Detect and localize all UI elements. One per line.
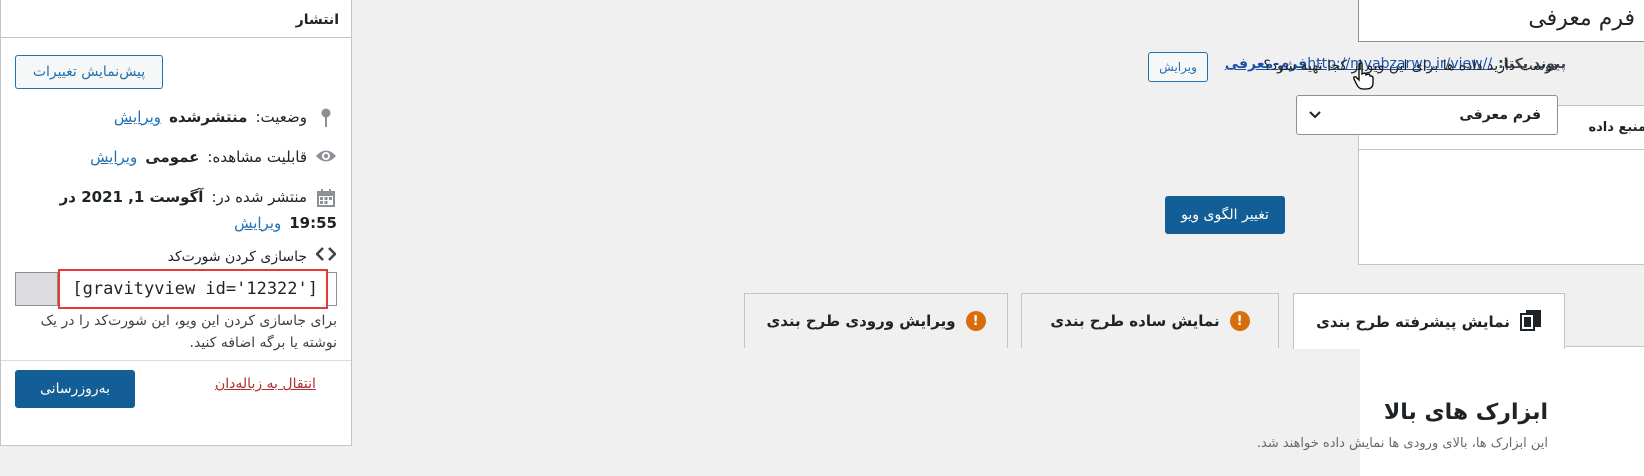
tab-label: نمایش پیشرفته طرح بندی: [1316, 312, 1510, 331]
published-label: منتشر شده در:: [211, 188, 307, 206]
status-edit-link[interactable]: ویرایش: [114, 104, 161, 130]
update-button[interactable]: به‌روزرسانی: [15, 370, 135, 408]
published-row-2: 19:55 ویرایش: [234, 210, 337, 236]
move-to-trash-link[interactable]: انتقال به زباله‌دان: [215, 376, 316, 392]
form-select[interactable]: فرم معرفی: [1296, 95, 1558, 135]
shortcode-row: جاسازی کردن شورت‌کد: [168, 244, 337, 270]
eye-icon: [315, 144, 337, 164]
divider: [1, 360, 351, 361]
copy-icon: [1519, 309, 1542, 335]
title-input[interactable]: فرم معرفی: [1358, 0, 1644, 42]
status-label: وضعیت:: [255, 108, 307, 126]
shortcode-copy-area[interactable]: [16, 273, 58, 305]
visibility-label: قابلیت مشاهده:: [207, 148, 307, 166]
warning-icon: !: [1229, 311, 1250, 331]
publish-heading: انتشار: [1, 0, 351, 38]
published-time: 19:55: [289, 214, 337, 232]
publish-box: انتشار پیش‌نمایش تغییرات وضعیت: منتشرشده…: [0, 0, 352, 446]
tab-single-entry-layout[interactable]: ! نمایش ساده طرح بندی: [1021, 293, 1279, 348]
shortcode-input[interactable]: [gravityview id='12322']: [58, 269, 328, 309]
datasource-question: دوست دارید داده ها برای این ویو از کجا ت…: [1263, 58, 1558, 74]
published-edit-link[interactable]: ویرایش: [234, 210, 281, 236]
preview-changes-button[interactable]: پیش‌نمایش تغییرات: [15, 55, 163, 89]
permalink-edit-button[interactable]: ویرایش: [1148, 52, 1208, 82]
code-icon: [315, 244, 337, 262]
shortcode-field[interactable]: [gravityview id='12322']: [15, 269, 337, 309]
change-view-type-button[interactable]: تغییر الگوی ویو: [1165, 196, 1285, 234]
form-select-value: فرم معرفی: [1459, 107, 1541, 123]
status-value: منتشرشده: [169, 108, 248, 126]
visibility-edit-link[interactable]: ویرایش: [90, 144, 137, 170]
visibility-value: عمومی: [145, 148, 200, 166]
visibility-row: قابلیت مشاهده: عمومی ویرایش: [90, 144, 337, 170]
tab-label: نمایش ساده طرح بندی: [1050, 312, 1220, 330]
status-row: وضعیت: منتشرشده ویرایش: [114, 104, 337, 130]
shortcode-label: جاسازی کردن شورت‌کد: [167, 249, 307, 265]
warning-icon: !: [965, 311, 986, 331]
shortcode-help-text: برای جاسازی کردن این ویو، این شورت‌کد را…: [40, 313, 337, 351]
pin-icon: [315, 104, 337, 128]
published-date: آگوست 1, 2021 در: [59, 188, 204, 206]
calendar-icon: [315, 184, 337, 208]
published-row: منتشر شده در: آگوست 1, 2021 در: [17, 184, 337, 210]
tab-label: ویرایش ورودی طرح بندی: [766, 312, 956, 330]
section-subtitle: این ابزارک ها، بالای ورودی ها نمایش داده…: [1256, 436, 1548, 451]
section-title: ابزارک های بالا: [1383, 400, 1548, 425]
chevron-down-icon: [1309, 107, 1321, 123]
tab-multiple-entries-layout[interactable]: نمایش پیشرفته طرح بندی: [1293, 293, 1565, 349]
tab-edit-entry-layout[interactable]: ! ویرایش ورودی طرح بندی: [744, 293, 1008, 348]
